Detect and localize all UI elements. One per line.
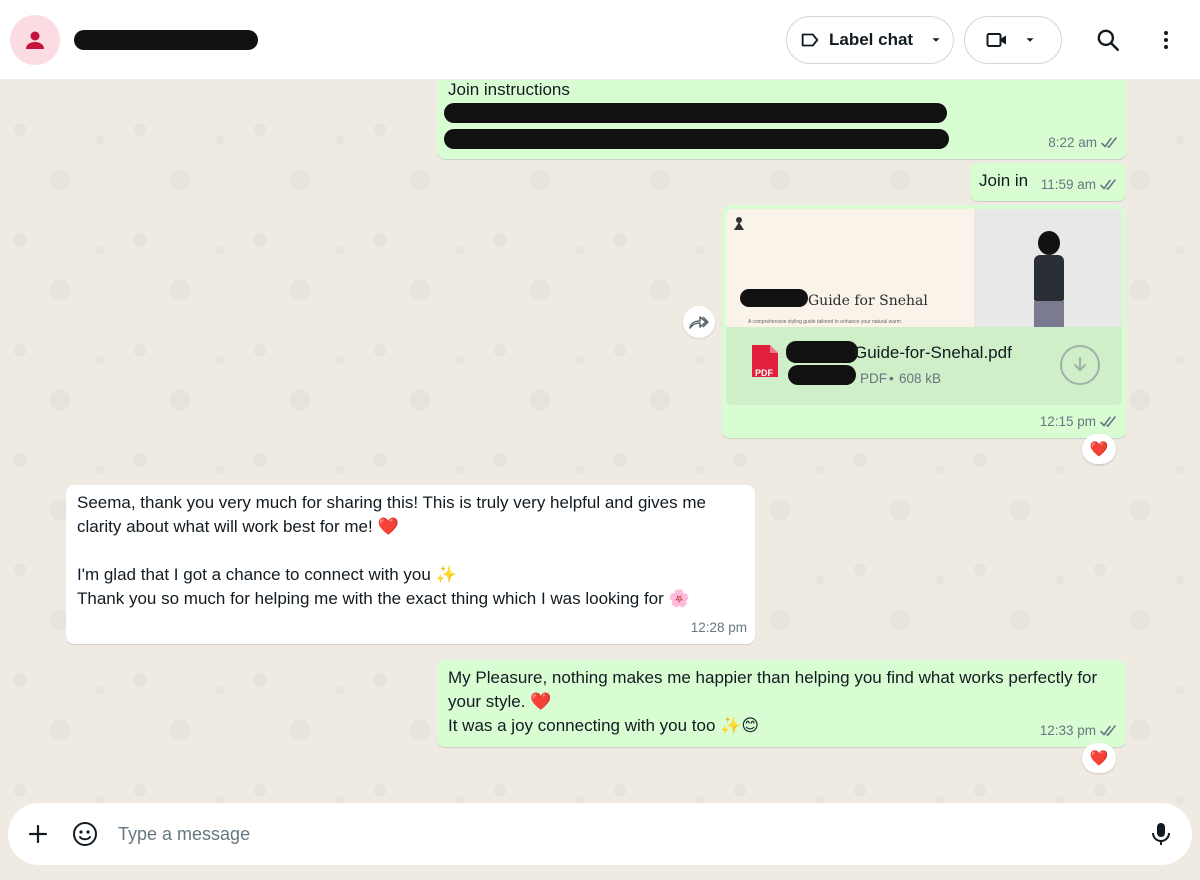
message-meta: 11:59 am [1041, 173, 1118, 197]
search-button[interactable] [1086, 18, 1130, 62]
attach-button[interactable] [24, 820, 52, 848]
reaction-emoji: ❤️ [1089, 750, 1109, 767]
document-preview[interactable]: Guide for Snehal A comprehensive styling… [726, 209, 1122, 327]
message-text: Join in [979, 171, 1029, 190]
forward-button[interactable] [683, 306, 715, 338]
search-icon [1097, 29, 1120, 51]
plus-icon [28, 824, 48, 844]
reaction-emoji: ❤️ [1089, 441, 1109, 458]
message-body: Seema, thank you very much for sharing t… [77, 491, 747, 611]
message-line: clarity about what will work best for me… [77, 517, 399, 536]
caret-down-icon [932, 37, 940, 42]
message-line: Thank you so much for helping me with th… [77, 589, 690, 608]
file-size: 608 kB [899, 371, 942, 386]
brand-mark-icon [734, 217, 744, 230]
preview-photo [974, 209, 1122, 327]
download-button[interactable] [1060, 345, 1100, 385]
contact-avatar[interactable] [10, 14, 60, 65]
label-chat-text: Label chat [829, 29, 914, 49]
double-check-icon [1100, 416, 1116, 428]
menu-button[interactable] [1144, 18, 1188, 62]
message-line: It was a joy connecting with you too ✨😊 [448, 716, 760, 735]
video-camera-icon [986, 32, 1006, 47]
double-check-icon [1100, 179, 1116, 191]
redacted-file-prefix-1 [786, 341, 858, 363]
redacted-link-line-2 [444, 129, 949, 149]
message-time: 11:59 am [1040, 177, 1096, 192]
person-icon [26, 31, 44, 49]
message-composer [8, 803, 1192, 865]
message-line: My Pleasure, nothing makes me happier th… [448, 668, 1098, 687]
label-icon [801, 33, 819, 46]
label-chat-button[interactable]: Label chat [786, 15, 954, 64]
video-call-button[interactable] [964, 15, 1062, 64]
more-vertical-icon [1164, 30, 1168, 49]
contact-name-redacted[interactable] [74, 29, 258, 50]
message-meta: 12:33 pm [1040, 719, 1118, 743]
document-file-row[interactable]: PDF Guide-for-Snehal.pdf PDF • 608 kB [726, 327, 1122, 405]
message-line: your style. ❤️ [448, 692, 552, 711]
outgoing-message-pleasure[interactable]: My Pleasure, nothing makes me happier th… [437, 660, 1126, 747]
chat-header: Label chat [0, 0, 1200, 80]
message-meta: 12:28 pm [691, 616, 747, 640]
forward-icon [689, 316, 709, 329]
photo-figure [1026, 231, 1070, 327]
file-name: Guide-for-Snehal.pdf [854, 343, 1012, 362]
message-meta: 12:15 pm [1040, 410, 1118, 434]
download-icon [1073, 356, 1087, 372]
message-meta: 8:22 am [1048, 131, 1119, 155]
message-time: 12:28 pm [690, 620, 747, 635]
message-time: 8:22 am [1048, 135, 1097, 150]
sticker-icon [73, 821, 98, 846]
file-dot: • [889, 371, 894, 386]
caret-down-icon [1026, 37, 1034, 42]
microphone-icon [1152, 823, 1170, 845]
double-check-icon [1100, 725, 1116, 737]
preview-subtitle: A comprehensive styling guide tailored t… [748, 319, 901, 325]
reaction-heart[interactable]: ❤️ [1082, 743, 1116, 773]
outgoing-message-pdf[interactable]: Guide for Snehal A comprehensive styling… [722, 205, 1126, 438]
incoming-message-thanks[interactable]: Seema, thank you very much for sharing t… [66, 485, 755, 644]
pdf-badge-text: PDF [755, 368, 773, 378]
outgoing-message-join-in[interactable]: Join in 11:59 am [970, 163, 1126, 201]
message-time: 12:15 pm [1039, 414, 1096, 429]
redacted-file-prefix-2 [788, 365, 856, 385]
preview-title: Guide for Snehal [808, 293, 928, 309]
message-input[interactable] [118, 823, 1146, 845]
file-type: PDF [860, 371, 887, 386]
message-line: I'm glad that I got a chance to connect … [77, 565, 457, 584]
sticker-button[interactable] [70, 819, 100, 849]
reaction-heart[interactable]: ❤️ [1082, 434, 1116, 464]
message-text: Join instructions [448, 80, 570, 99]
redacted-link-line-1 [444, 103, 947, 123]
redacted-name [740, 289, 808, 307]
message-line: Seema, thank you very much for sharing t… [77, 493, 706, 512]
message-time: 12:33 pm [1039, 723, 1096, 738]
double-check-icon [1101, 137, 1117, 149]
message-body: My Pleasure, nothing makes me happier th… [448, 666, 1118, 738]
voice-message-button[interactable] [1146, 819, 1176, 849]
